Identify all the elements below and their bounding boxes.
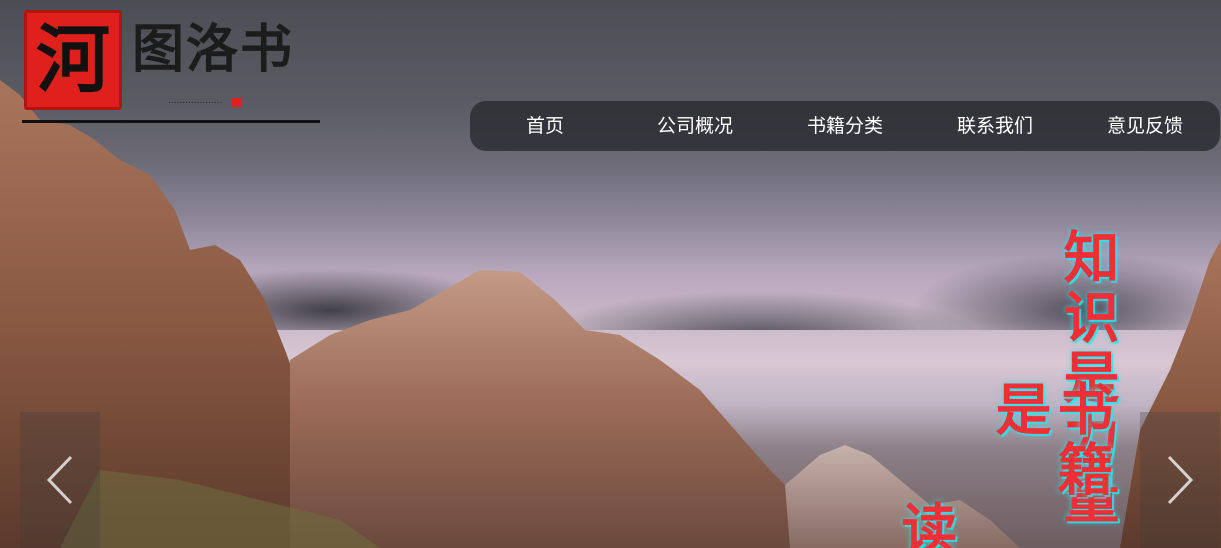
nav-item-company[interactable]: 公司概况: [620, 101, 770, 151]
nav-item-book-categories[interactable]: 书籍分类: [770, 101, 920, 151]
main-nav: 首页 公司概况 书籍分类 联系我们 意见反馈: [470, 101, 1220, 151]
carousel-prev-button[interactable]: [20, 412, 100, 548]
hero-banner: 河 图洛书 ................... 首页 公司概况 书籍分类 联…: [0, 0, 1221, 548]
slogan-line-2: 书籍是: [986, 380, 1114, 500]
nav-item-contact[interactable]: 联系我们: [920, 101, 1070, 151]
chevron-right-icon: [1167, 455, 1194, 505]
logo-subtext: ...................: [168, 96, 223, 106]
logo-underline: [22, 120, 320, 123]
logo-text: 图洛书: [132, 19, 295, 80]
nav-item-home[interactable]: 首页: [470, 101, 620, 151]
slogan-line-3: 读: [892, 500, 958, 548]
logo-seal-char: 河: [36, 17, 110, 103]
site-logo[interactable]: 河 图洛书 ...................: [22, 8, 322, 126]
logo-red-dot: [232, 98, 241, 107]
carousel-next-button[interactable]: [1140, 412, 1220, 548]
chevron-left-icon: [46, 455, 73, 505]
nav-item-feedback[interactable]: 意见反馈: [1070, 101, 1220, 151]
logo-seal: 河: [24, 10, 122, 110]
